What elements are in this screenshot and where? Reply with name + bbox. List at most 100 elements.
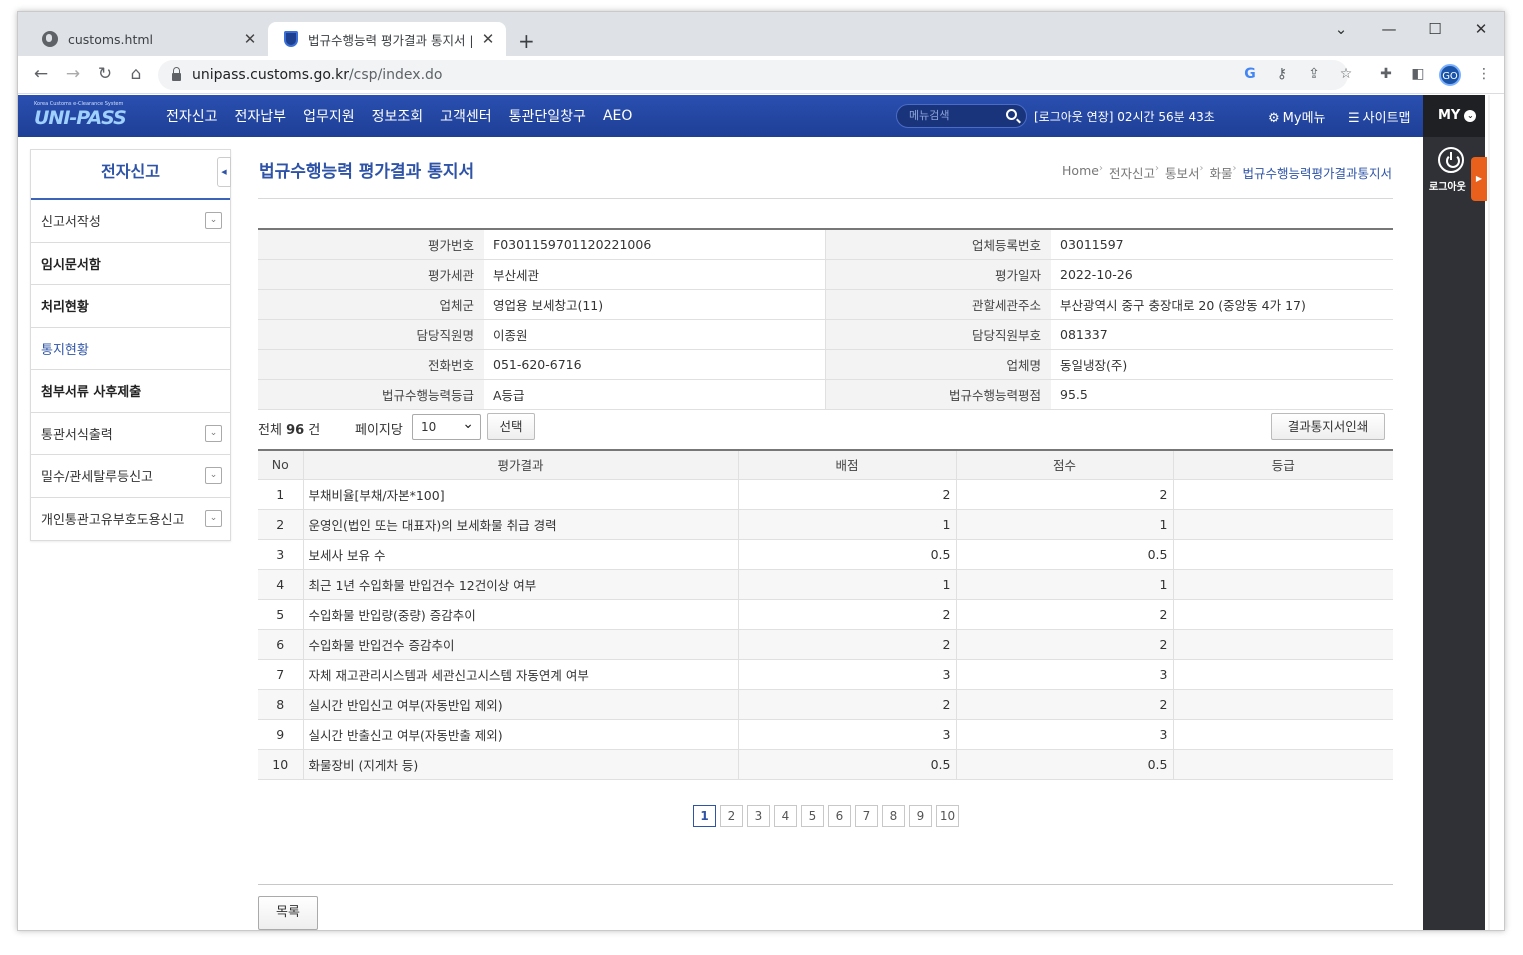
browser-tab-unipass[interactable]: 법규수행능력 평가결과 통지서 | ✕ — [268, 22, 506, 56]
table-row[interactable]: 2 운영인(법인 또는 대표자)의 보세화물 취급 경력 1 1 — [258, 508, 1393, 540]
row-number-cell: 8 — [258, 688, 304, 720]
minimize-button[interactable]: — — [1374, 20, 1404, 38]
home-icon[interactable]: ⌂ — [125, 64, 147, 84]
page-button[interactable]: 2 — [720, 805, 743, 827]
table-row[interactable]: 4 최근 1년 수입화물 반입건수 12건이상 여부 1 1 — [258, 568, 1393, 600]
tab-close-icon[interactable]: ✕ — [480, 30, 496, 48]
bookmark-star-icon[interactable]: ☆ — [1336, 66, 1356, 82]
table-row[interactable]: 3 보세사 보유 수 0.5 0.5 — [258, 538, 1393, 570]
gnb-item[interactable]: 업무지원 — [303, 106, 355, 126]
info-value: 부산광역시 중구 충장대로 20 (중앙동 4가 17) — [1051, 289, 1393, 320]
info-label: 법규수행능력평점 — [825, 379, 1051, 410]
reload-icon[interactable]: ↻ — [94, 64, 116, 84]
gnb-item[interactable]: 전자신고 — [166, 106, 218, 126]
address-bar[interactable]: unipass.customs.go.kr/csp/index.do — [158, 60, 1348, 90]
gnb-item[interactable]: 정보조회 — [372, 106, 424, 126]
sidebar-item-smuggling-report[interactable]: 밀수/관세탈루등신고 ⌄ — [31, 455, 230, 498]
power-icon[interactable] — [1438, 147, 1464, 173]
gnb-item[interactable]: 통관단일창구 — [509, 106, 586, 126]
table-row[interactable]: 10 화물장비 (지게차 등) 0.5 0.5 — [258, 748, 1393, 780]
breadcrumb-item[interactable]: 전자신고 — [1109, 163, 1155, 182]
quick-panel-toggle[interactable]: ▶ — [1471, 157, 1487, 201]
side-panel-icon[interactable]: ◧ — [1408, 66, 1428, 82]
sidebar-item-process-status[interactable]: 처리현황 — [31, 285, 230, 328]
breadcrumb-home[interactable]: Home — [1062, 163, 1099, 182]
mymenu-label: My메뉴 — [1282, 111, 1326, 126]
lock-icon — [172, 67, 181, 81]
chevron-down-icon[interactable]: ⌄ — [205, 467, 222, 484]
my-menu-button[interactable]: MY ⌄ — [1423, 95, 1485, 137]
table-row[interactable]: 1 부채비율[부채/자본*100] 2 2 — [258, 478, 1393, 510]
sidebar-item-temp-docs[interactable]: 임시문서함 — [31, 243, 230, 285]
sidebar-item-pccc-theft-report[interactable]: 개인통관고유부호도용신고 ⌄ — [31, 498, 230, 541]
page-button[interactable]: 1 — [693, 805, 716, 827]
page-button[interactable]: 7 — [855, 805, 878, 827]
sidebar-item-notice-status[interactable]: 통지현황 — [31, 328, 230, 370]
menu-search-input[interactable]: 메뉴검색 — [896, 104, 1027, 128]
window-close-button[interactable]: ✕ — [1466, 20, 1496, 38]
maximize-button[interactable]: ☐ — [1420, 20, 1450, 38]
extensions-icon[interactable]: ✚ — [1376, 66, 1396, 82]
collapse-left-icon[interactable]: ◀ — [217, 157, 231, 187]
chevron-down-icon: ⌄ — [1464, 109, 1477, 122]
search-icon[interactable] — [1006, 109, 1017, 120]
page-button[interactable]: 4 — [774, 805, 797, 827]
breadcrumb-item[interactable]: 통보서 — [1165, 163, 1200, 182]
logout-extend-link[interactable]: [로그아웃 연장] 02시간 56분 43초 — [1034, 108, 1215, 125]
page-button[interactable]: 9 — [909, 805, 932, 827]
sidebar-item-report-write[interactable]: 신고서작성 ⌄ — [31, 200, 230, 243]
select-button[interactable]: 선택 — [487, 413, 535, 440]
total-count-value: 96 — [286, 423, 305, 438]
row-number-cell: 4 — [258, 568, 304, 600]
browser-tab-customs[interactable]: customs.html ✕ — [26, 22, 268, 56]
page-button[interactable]: 5 — [801, 805, 824, 827]
sitemap-link[interactable]: ☰ 사이트맵 — [1348, 107, 1411, 126]
page-scrollbar[interactable]: ▲ ▼ — [1488, 95, 1490, 930]
gnb-item[interactable]: 전자납부 — [235, 106, 287, 126]
hamburger-icon: ☰ — [1348, 111, 1360, 126]
allocated-score-cell: 3 — [737, 718, 957, 750]
back-icon[interactable]: ← — [30, 64, 52, 84]
page-button[interactable]: 10 — [936, 805, 959, 827]
tab-search-icon[interactable]: ⌄ — [1326, 20, 1356, 38]
page-button[interactable]: 8 — [882, 805, 905, 827]
info-label: 담당직원명 — [258, 319, 484, 350]
table-header-row: No 평가결과 배점 점수 등급 — [258, 450, 1393, 480]
key-icon[interactable]: ⚷ — [1272, 66, 1292, 82]
sidebar-item-label: 임시문서함 — [41, 257, 101, 273]
sidebar-item-attachment-submit[interactable]: 첨부서류 사후제출 — [31, 370, 230, 413]
gnb-item[interactable]: 고객센터 — [440, 106, 492, 126]
breadcrumb-item[interactable]: 화물 — [1209, 163, 1232, 182]
table-row[interactable]: 5 수입화물 반입량(중량) 증감추이 2 2 — [258, 598, 1393, 630]
table-row[interactable]: 8 실시간 반입신고 여부(자동반입 제외) 2 2 — [258, 688, 1393, 720]
sidebar-item-form-print[interactable]: 통관서식출력 ⌄ — [31, 413, 230, 455]
table-row[interactable]: 7 자체 재고관리시스템과 세관신고시스템 자동연계 여부 3 3 — [258, 658, 1393, 690]
forward-icon[interactable]: → — [62, 64, 84, 84]
logout-button[interactable]: 로그아웃 — [1429, 178, 1466, 193]
profile-avatar[interactable]: GO — [1439, 64, 1461, 86]
browser-menu-icon[interactable]: ⋮ — [1474, 66, 1494, 82]
page-button[interactable]: 3 — [747, 805, 770, 827]
chevron-down-icon[interactable]: ⌄ — [205, 424, 222, 442]
new-tab-button[interactable]: + — [518, 29, 535, 53]
per-page-select[interactable]: 10 — [412, 412, 481, 440]
list-button[interactable]: 목록 — [258, 896, 318, 930]
gnb-item[interactable]: AEO — [603, 108, 632, 124]
google-icon[interactable]: G — [1240, 66, 1260, 82]
mymenu-link[interactable]: ⚙ My메뉴 — [1268, 107, 1326, 126]
table-row[interactable]: 6 수입화물 반입건수 증감추이 2 2 — [258, 628, 1393, 660]
quick-panel: MY ⌄ 로그아웃 — [1423, 95, 1485, 930]
page-button[interactable]: 6 — [828, 805, 851, 827]
tab-close-icon[interactable]: ✕ — [242, 30, 258, 48]
unipass-logo[interactable]: Korea Customs e-Clearance System UNI-PAS… — [34, 101, 134, 131]
page-title: 법규수행능력 평가결과 통지서 — [259, 162, 475, 182]
grade-cell — [1172, 478, 1393, 510]
chevron-down-icon[interactable]: ⌄ — [205, 212, 222, 229]
print-result-button[interactable]: 결과통지서인쇄 — [1271, 413, 1385, 440]
share-icon[interactable]: ⇪ — [1304, 66, 1324, 82]
chevron-down-icon[interactable]: ⌄ — [205, 509, 222, 527]
info-value: A등급 — [484, 379, 826, 410]
score-cell: 3 — [955, 718, 1174, 750]
left-nav: 전자신고 ◀ 신고서작성 ⌄ 임시문서함 처리현황 통지현황 첨부서류 사후제출… — [30, 149, 231, 541]
table-row[interactable]: 9 실시간 반출신고 여부(자동반출 제외) 3 3 — [258, 718, 1393, 750]
